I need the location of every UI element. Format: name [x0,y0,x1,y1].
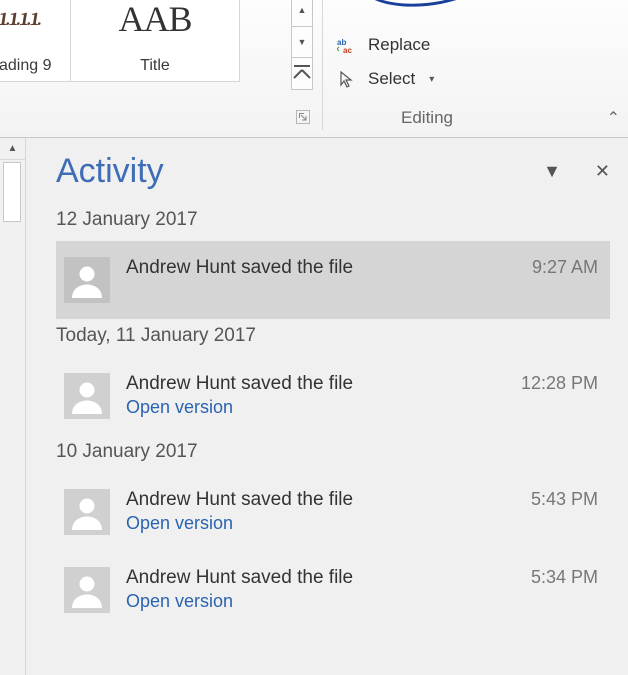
replace-icon: ab ac [336,37,358,53]
collapse-ribbon-icon[interactable]: ⌃ [607,108,620,128]
open-version-link[interactable]: Open version [126,591,505,612]
activity-entry[interactable]: Andrew Hunt saved the file 9:27 AM [56,241,610,319]
pane-header: Activity ▼ ✕ [56,152,610,191]
styles-dialog-launcher-icon[interactable] [296,110,310,124]
chevron-down-icon: ▾ [429,74,434,85]
open-version-link[interactable]: Open version [126,397,495,418]
select-button[interactable]: Select ▾ [332,62,532,96]
entry-body: Andrew Hunt saved the file [126,257,506,279]
entry-time: 9:27 AM [532,257,598,278]
entry-message: Andrew Hunt saved the file [126,257,506,279]
pane-options-icon[interactable]: ▼ [543,161,561,182]
activity-pane: Activity ▼ ✕ 12 January 2017 Andrew Hunt… [26,138,628,675]
entry-body: Andrew Hunt saved the file Open version [126,489,505,534]
entry-body: Andrew Hunt saved the file Open version [126,373,495,418]
activity-entry[interactable]: Andrew Hunt saved the file Open version … [56,357,610,435]
avatar [64,567,110,613]
activity-entry[interactable]: Andrew Hunt saved the file Open version … [56,473,610,551]
svg-text:ac: ac [343,46,352,53]
date-heading: Today, 11 January 2017 [56,325,610,347]
styles-scroll-up[interactable]: ▲ [291,0,313,27]
styles-expand[interactable] [291,58,313,90]
content-split: ▲ Activity ▼ ✕ 12 January 2017 Andrew Hu… [0,138,628,675]
pane-header-actions: ▼ ✕ [543,161,610,182]
replace-button[interactable]: ab ac Replace [332,28,532,62]
replace-label: Replace [368,35,430,55]
entry-message: Andrew Hunt saved the file [126,567,505,589]
entry-time: 5:34 PM [531,567,598,588]
entry-message: Andrew Hunt saved the file [126,489,505,511]
entry-time: 12:28 PM [521,373,598,394]
avatar [64,373,110,419]
editing-group: Find ▼ ab ac Replace Select ▾ [332,0,532,96]
avatar [64,489,110,535]
activity-entry[interactable]: Andrew Hunt saved the file Open version … [56,551,610,629]
select-label: Select [368,69,415,89]
styles-scroll-down[interactable]: ▼ [291,27,313,59]
scroll-thumb[interactable] [3,162,21,222]
close-icon[interactable]: ✕ [595,161,610,182]
styles-scrollbar: ▲ ▼ [291,0,313,90]
document-scrollbar[interactable]: ▲ [0,138,26,675]
avatar [64,257,110,303]
styles-gallery: 8 1.1.1.1.1. Heading 9 AAB Title [0,0,320,90]
scroll-up-icon[interactable]: ▲ [0,138,25,160]
style-label: Title [71,57,239,75]
entry-message: Andrew Hunt saved the file [126,373,495,395]
annotation-circle [357,0,492,13]
date-heading: 12 January 2017 [56,209,610,231]
pane-title: Activity [56,152,164,191]
style-title[interactable]: AAB Title [70,0,240,82]
editing-group-label: Editing [332,108,522,128]
open-version-link[interactable]: Open version [126,513,505,534]
ribbon-separator [322,0,323,130]
date-heading: 10 January 2017 [56,441,610,463]
styles-group-caption [0,104,316,130]
entry-time: 5:43 PM [531,489,598,510]
entry-body: Andrew Hunt saved the file Open version [126,567,505,612]
select-cursor-icon [336,70,358,88]
style-preview: AAB [71,0,239,43]
ribbon: 8 1.1.1.1.1. Heading 9 AAB Title ▲ ▼ Fin… [0,0,628,138]
